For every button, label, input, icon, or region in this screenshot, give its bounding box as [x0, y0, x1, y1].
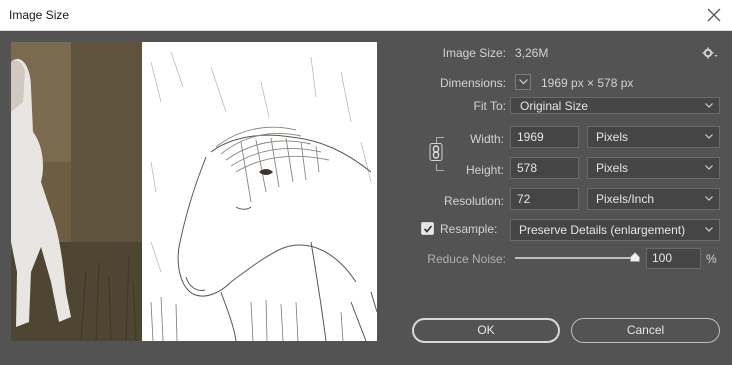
reduce-noise-value: 100	[652, 251, 673, 265]
resolution-unit-select[interactable]: Pixels/Inch	[587, 188, 720, 210]
chevron-down-icon	[705, 165, 713, 170]
resolution-input[interactable]: 72	[510, 188, 579, 210]
image-preview[interactable]	[11, 42, 377, 341]
window-title: Image Size	[9, 8, 70, 22]
resample-checkbox[interactable]	[421, 222, 434, 235]
resolution-value: 72	[517, 192, 531, 206]
image-size-value: 3,26M	[515, 46, 549, 60]
resolution-unit-value: Pixels/Inch	[596, 192, 655, 206]
reduce-noise-input[interactable]: 100	[646, 248, 701, 269]
reduce-noise-slider-thumb[interactable]	[630, 252, 640, 262]
title-bar: Image Size	[0, 0, 732, 31]
dimensions-label: Dimensions:	[439, 76, 506, 90]
resample-label: Resample:	[440, 222, 498, 236]
chevron-down-icon	[705, 227, 713, 232]
height-input[interactable]: 578	[510, 157, 579, 179]
chevron-down-icon	[705, 103, 713, 108]
height-unit-select[interactable]: Pixels	[587, 157, 720, 179]
dimensions-unit-dropdown[interactable]	[515, 74, 531, 90]
width-input[interactable]: 1969	[510, 126, 579, 148]
fit-to-select[interactable]: Original Size	[510, 97, 720, 114]
dimensions-value: 1969 px × 578 px	[541, 76, 634, 90]
checkmark-icon	[423, 225, 433, 233]
width-unit-value: Pixels	[596, 130, 629, 144]
close-icon[interactable]	[704, 5, 724, 25]
width-label: Width:	[469, 132, 504, 146]
resample-method-value: Preserve Details (enlargement)	[519, 223, 686, 237]
height-label: Height:	[465, 163, 504, 177]
chevron-down-icon	[705, 134, 713, 139]
chevron-down-icon	[519, 79, 528, 85]
resample-method-select[interactable]: Preserve Details (enlargement)	[510, 219, 720, 241]
height-value: 578	[517, 161, 538, 175]
chevron-down-icon	[705, 196, 713, 201]
fit-to-label: Fit To:	[473, 99, 506, 113]
image-size-label: Image Size:	[442, 46, 506, 60]
reduce-noise-fill	[515, 257, 635, 259]
cancel-button[interactable]: Cancel	[571, 318, 720, 343]
resolution-label: Resolution:	[443, 194, 504, 208]
fit-to-value: Original Size	[520, 99, 589, 113]
ok-button[interactable]: OK	[412, 318, 560, 343]
width-value: 1969	[517, 130, 544, 144]
dialog-body: Image Size: 3,26M Dimensions: 1969 px × …	[0, 31, 732, 365]
width-unit-select[interactable]: Pixels	[587, 126, 720, 148]
gear-icon[interactable]	[702, 47, 718, 59]
height-unit-value: Pixels	[596, 161, 629, 175]
reduce-noise-unit: %	[706, 252, 717, 266]
reduce-noise-label: Reduce Noise:	[427, 252, 506, 266]
